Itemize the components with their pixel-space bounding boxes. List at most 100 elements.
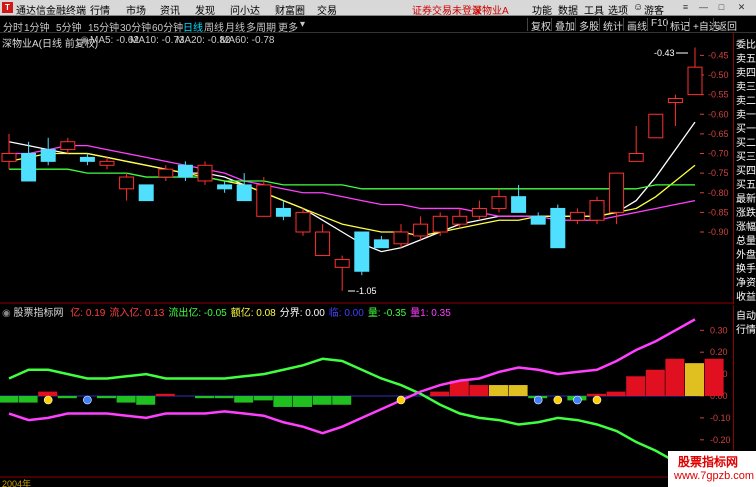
indicator-bar (665, 358, 685, 396)
candle-body (79, 156, 95, 162)
indicator-tick-label: 0.30 (710, 325, 728, 335)
indicator-value-3: 额亿: 0.08 (230, 308, 276, 319)
candle-body (354, 231, 370, 272)
quote-field-17: 净资 (736, 278, 756, 289)
indicator-bar (685, 363, 704, 396)
candle-body (138, 184, 154, 202)
candle-body (452, 215, 468, 225)
candle-body (569, 211, 585, 221)
candle-body (648, 113, 664, 139)
quote-field-15: 外盘 (736, 250, 756, 261)
indicator-bar (273, 396, 293, 407)
indicator-bar (57, 396, 77, 399)
candle-body (432, 215, 448, 233)
candle-body (60, 141, 76, 151)
candle-body (550, 207, 566, 249)
indicator-bar (606, 391, 626, 396)
quote-field-0: 委比 (736, 40, 756, 51)
high-price-label: -0.43 (654, 48, 675, 58)
candle-body (158, 168, 174, 178)
indicator-bar (430, 391, 450, 396)
quote-field-13: 涨幅 (736, 222, 756, 233)
indicator-value-1: 流入亿: 0.13 (109, 308, 165, 319)
indicator-title-bar: ◉ 股票指标网 亿: 0.19 流入亿: 0.13 流出亿: -0.05 额亿: 0.… (2, 304, 451, 319)
price-tick-label: -0.80 (708, 188, 729, 198)
price-tick-label: -0.90 (708, 227, 729, 237)
signal-marker-icon (83, 395, 92, 405)
indicator-value-4: 分界: 0.00 (279, 308, 325, 319)
quote-field-4: 卖二 (736, 96, 756, 107)
watermark-line1: 股票指标网 (678, 455, 739, 469)
indicator-tick-label: -0.20 (710, 435, 731, 445)
indicator-value-6: 量: -0.35 (367, 308, 407, 319)
indicator-value-5: 临: 0.00 (328, 308, 364, 319)
indicator-bar (626, 376, 646, 396)
candle-body (295, 211, 311, 233)
indicator-bar (293, 396, 312, 407)
candle-body (491, 196, 507, 209)
kline-chart[interactable]: -0.45 -0.50 -0.55 -0.60 -0.65 -0.70 -0.75 -0.80… (0, 0, 756, 487)
indicator-bar (195, 396, 214, 399)
quote-field-16: 换手 (736, 264, 756, 275)
price-tick-label: -0.45 (708, 50, 729, 60)
indicator-value-7: 量1: 0.35 (410, 308, 451, 319)
price-tick-label: -0.65 (708, 129, 729, 139)
indicator-bar (136, 396, 156, 405)
candle-body (589, 200, 605, 221)
price-tick-label: -0.55 (708, 90, 729, 100)
candle-body (217, 184, 233, 190)
indicator-value-0: 亿: 0.19 (70, 308, 106, 319)
ma-line-MA10 (8, 152, 696, 237)
candle-body (393, 231, 409, 245)
candle-body (687, 66, 703, 96)
signal-marker-icon (553, 395, 563, 405)
indicator-gear-icon[interactable]: ◉ (2, 308, 11, 319)
quote-field-8: 买三 (736, 152, 756, 163)
candle-body (40, 149, 56, 162)
candle-body (609, 172, 625, 213)
candle-body (315, 231, 331, 257)
signal-marker-icon (573, 395, 582, 405)
indicator-bar (38, 391, 58, 396)
indicator-name: 股票指标网 (13, 308, 64, 319)
indicator-bar (97, 396, 116, 399)
candle-body (373, 239, 389, 249)
price-tick-label: -0.85 (708, 207, 729, 217)
indicator-bar (508, 385, 528, 396)
price-tick-label: -0.60 (708, 109, 729, 119)
signal-marker-icon (396, 395, 406, 405)
candle-body (334, 258, 350, 268)
indicator-bar (587, 393, 606, 396)
signal-marker-icon (533, 395, 543, 405)
indicator-bar (312, 396, 332, 405)
candle-body (511, 196, 527, 213)
auto-label[interactable]: 自动 (736, 307, 756, 322)
price-tick-label: -0.70 (708, 149, 729, 159)
candle-body (99, 160, 115, 166)
candle-body (1, 153, 17, 162)
candle-body (256, 184, 272, 217)
candle-body (275, 207, 291, 217)
price-tick-label: -0.50 (708, 70, 729, 80)
quote-field-3: 卖三 (736, 82, 756, 93)
indicator-bar (234, 396, 254, 403)
quote-field-10: 买五 (736, 180, 756, 191)
candle-body (236, 184, 252, 202)
watermark-line2: www.7gpzb.com (674, 470, 755, 482)
indicator-bar (253, 396, 273, 401)
quote-field-11: 最新 (736, 194, 756, 205)
quote-label[interactable]: 行情 (736, 321, 756, 336)
indicator-tick-label: 0.20 (710, 347, 728, 357)
ma-line-MA60 (9, 168, 695, 190)
indicator-bar (332, 396, 352, 405)
indicator-bar (469, 385, 489, 396)
indicator-bar (18, 396, 38, 403)
date-label: 2004年 (2, 479, 32, 487)
indicator-bar (704, 358, 724, 396)
indicator-line-量 (8, 357, 696, 474)
indicator-bar (645, 369, 665, 396)
watermark: 股票指标网 www.7gpzb.com (668, 451, 756, 487)
quote-field-6: 买一 (736, 124, 756, 135)
signal-marker-icon (43, 395, 53, 405)
candle-body (197, 164, 213, 182)
